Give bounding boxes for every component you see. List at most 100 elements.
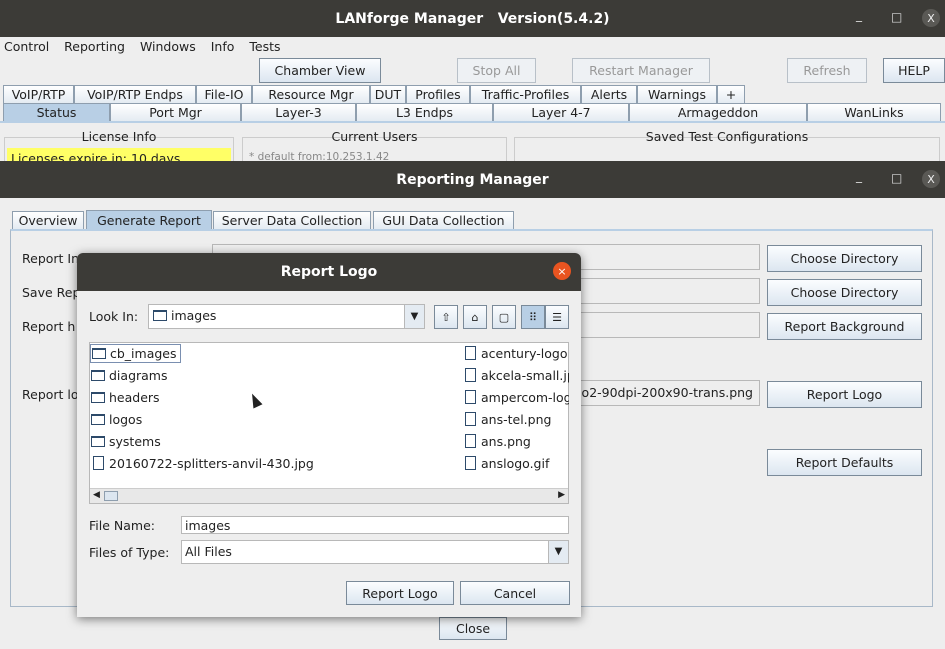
files-of-type-combo[interactable]: All Files ▼: [181, 540, 569, 564]
folder-item[interactable]: headers: [91, 390, 160, 405]
file-list: cb_images diagrams headers logos systems…: [89, 342, 569, 504]
file-icon: [465, 390, 476, 404]
file-icon: [465, 346, 476, 360]
tab-resource-mgr[interactable]: Resource Mgr: [252, 85, 370, 103]
tab-layer-3[interactable]: Layer-3: [241, 103, 356, 121]
chevron-down-icon[interactable]: ▼: [548, 541, 568, 563]
scroll-left-icon[interactable]: ◀: [93, 490, 100, 500]
tab-divider: [0, 121, 945, 123]
files-of-type-value: All Files: [185, 544, 232, 559]
close-window-button[interactable]: X: [922, 170, 940, 188]
dialog-title: Report Logo: [280, 264, 378, 280]
scroll-thumb[interactable]: [104, 491, 118, 501]
folder-item[interactable]: logos: [91, 412, 142, 427]
files-of-type-label: Files of Type:: [89, 545, 170, 560]
approve-report-logo-button[interactable]: Report Logo: [346, 581, 454, 605]
tab-port-mgr[interactable]: Port Mgr: [110, 103, 241, 121]
tab-warnings[interactable]: Warnings: [637, 85, 717, 103]
cancel-button[interactable]: Cancel: [460, 581, 570, 605]
menu-tests[interactable]: Tests: [249, 39, 280, 54]
close-window-button[interactable]: X: [922, 9, 940, 27]
file-icon: [93, 456, 104, 470]
license-info-title: License Info: [81, 129, 157, 144]
tab-gui-data-collection[interactable]: GUI Data Collection: [373, 211, 514, 229]
folder-icon: [153, 310, 167, 321]
look-in-label: Look In:: [89, 309, 139, 324]
tab-add[interactable]: +: [717, 85, 745, 103]
file-item[interactable]: ans.png: [465, 434, 531, 449]
tab-wanlinks[interactable]: WanLinks: [807, 103, 941, 121]
tab-generate-report[interactable]: Generate Report: [86, 210, 212, 229]
tab-status[interactable]: Status: [3, 103, 110, 121]
list-view-icon[interactable]: ⠿: [521, 305, 545, 329]
minimize-button[interactable]: _: [856, 8, 862, 22]
report-defaults-button[interactable]: Report Defaults: [767, 449, 922, 476]
dialog-title-bar: Report Logo ×: [77, 253, 581, 291]
look-in-value: images: [171, 308, 217, 323]
folder-icon: [91, 392, 105, 403]
file-item[interactable]: akcela-small.jp: [465, 368, 569, 383]
saved-configs-title: Saved Test Configurations: [645, 129, 809, 144]
file-item[interactable]: ans-tel.png: [465, 412, 551, 427]
folder-name: logos: [109, 412, 143, 427]
tab-server-data-collection[interactable]: Server Data Collection: [213, 211, 371, 229]
tab-overview[interactable]: Overview: [12, 211, 84, 229]
file-item[interactable]: anslogo.gif: [465, 456, 549, 471]
choose-directory-button-2[interactable]: Choose Directory: [767, 279, 922, 306]
new-folder-icon[interactable]: ▢: [492, 305, 516, 329]
tab-voip-rtp-endps[interactable]: VoIP/RTP Endps: [74, 85, 196, 103]
horizontal-scrollbar[interactable]: ◀ ▶: [90, 488, 568, 503]
scroll-right-icon[interactable]: ▶: [558, 490, 565, 500]
file-name-input[interactable]: images: [181, 516, 569, 534]
close-button[interactable]: Close: [439, 617, 507, 640]
tab-armageddon[interactable]: Armageddon: [629, 103, 807, 121]
home-icon[interactable]: ⌂: [463, 305, 487, 329]
folder-name: diagrams: [109, 368, 168, 383]
folder-item[interactable]: diagrams: [91, 368, 168, 383]
main-title: LANforge Manager Version(5.4.2): [335, 10, 610, 27]
folder-icon: [91, 436, 105, 447]
up-folder-icon[interactable]: ⇧: [434, 305, 458, 329]
main-title-bar: LANforge Manager Version(5.4.2) _ □ X: [0, 0, 945, 37]
maximize-button[interactable]: □: [891, 171, 902, 185]
tab-l3-endps[interactable]: L3 Endps: [356, 103, 493, 121]
dialog-close-button[interactable]: ×: [553, 262, 571, 280]
file-item[interactable]: 20160722-splitters-anvil-430.jpg: [93, 456, 314, 471]
maximize-button[interactable]: □: [891, 10, 902, 24]
folder-item[interactable]: systems: [91, 434, 161, 449]
menu-windows[interactable]: Windows: [140, 39, 196, 54]
help-button[interactable]: HELP: [883, 58, 945, 83]
tab-profiles[interactable]: Profiles: [406, 85, 470, 103]
file-name: ans.png: [481, 434, 531, 449]
look-in-combo[interactable]: images ▼: [148, 304, 425, 329]
report-in-label: Report In: [22, 251, 80, 266]
menu-info[interactable]: Info: [211, 39, 235, 54]
stop-all-button[interactable]: Stop All: [457, 58, 536, 83]
tab-dut[interactable]: DUT: [370, 85, 406, 103]
choose-directory-button[interactable]: Choose Directory: [767, 245, 922, 272]
restart-manager-button[interactable]: Restart Manager: [572, 58, 710, 83]
tab-traffic-profiles[interactable]: Traffic-Profiles: [470, 85, 581, 103]
file-item[interactable]: ampercom-log: [465, 390, 569, 405]
menu-control[interactable]: Control: [4, 39, 49, 54]
file-name: ampercom-log: [481, 390, 569, 405]
chevron-down-icon[interactable]: ▼: [404, 305, 424, 328]
refresh-button[interactable]: Refresh: [787, 58, 867, 83]
tab-layer-4-7[interactable]: Layer 4-7: [493, 103, 629, 121]
report-background-button[interactable]: Report Background: [767, 313, 922, 340]
tab-voip-rtp[interactable]: VoIP/RTP: [3, 85, 74, 103]
minimize-button[interactable]: _: [856, 169, 862, 183]
chamber-view-button[interactable]: Chamber View: [259, 58, 381, 83]
file-item[interactable]: acentury-logo: [465, 346, 568, 361]
report-logo-button[interactable]: Report Logo: [767, 381, 922, 408]
tab-file-io[interactable]: File-IO: [196, 85, 252, 103]
folder-name: headers: [109, 390, 160, 405]
menu-bar: Control Reporting Windows Info Tests: [4, 39, 292, 54]
file-name: 20160722-splitters-anvil-430.jpg: [109, 456, 314, 471]
tab-alerts[interactable]: Alerts: [581, 85, 637, 103]
folder-item[interactable]: cb_images: [90, 344, 181, 363]
details-view-icon[interactable]: ☰: [545, 305, 569, 329]
menu-reporting[interactable]: Reporting: [64, 39, 125, 54]
report-logo-value: go2-90dpi-200x90-trans.png: [573, 385, 753, 400]
folder-icon: [92, 348, 106, 359]
